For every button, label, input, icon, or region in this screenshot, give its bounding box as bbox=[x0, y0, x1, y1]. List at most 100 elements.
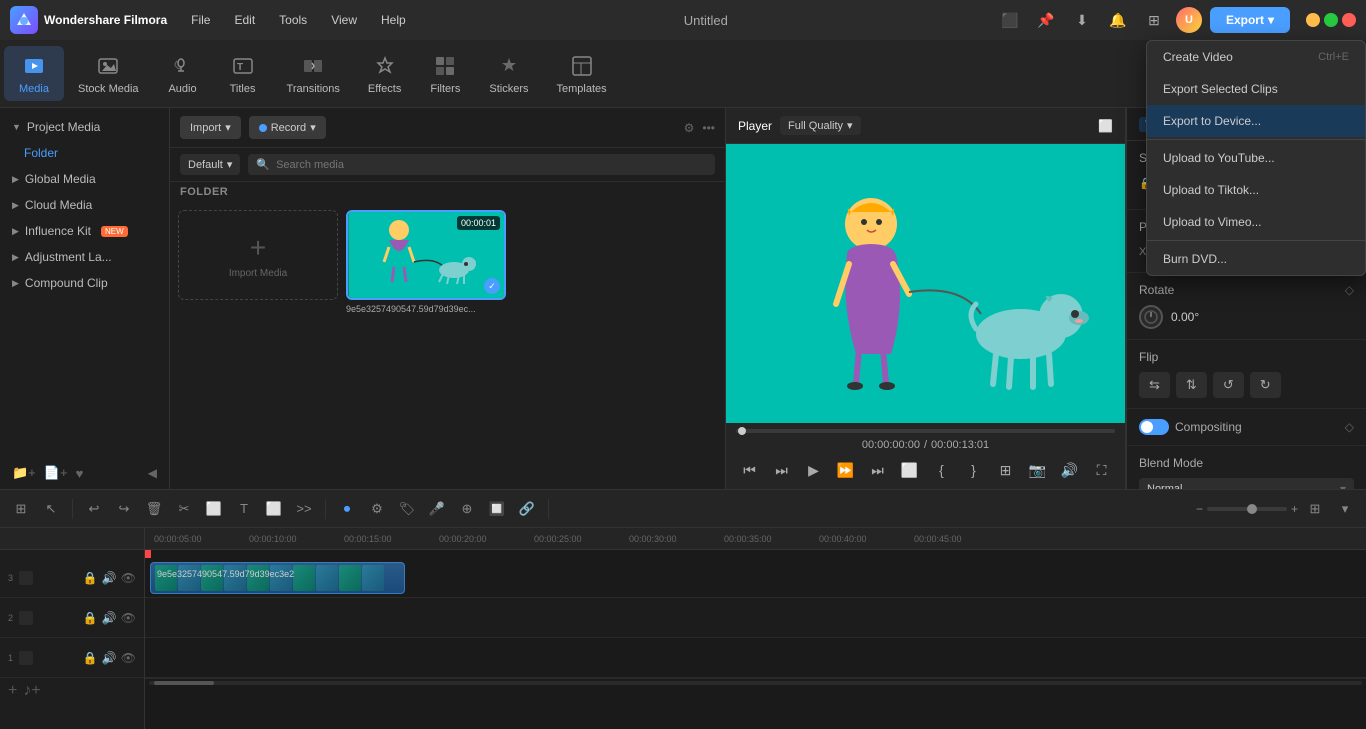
toolbar-titles[interactable]: T Titles bbox=[213, 46, 273, 101]
toolbar-stock-media[interactable]: Stock Media bbox=[64, 46, 153, 101]
video3-clip[interactable]: 9e5e32574905​47.59d79d39ec3e2 bbox=[150, 562, 405, 594]
close-button[interactable]: ✕ bbox=[1342, 13, 1356, 27]
timeline-link-icon[interactable]: 🔗 bbox=[514, 496, 540, 522]
timeline-more-icon[interactable]: >> bbox=[291, 496, 317, 522]
video1-lock-icon[interactable]: 🔒 bbox=[83, 651, 98, 665]
collapse-panel-icon[interactable]: ◀ bbox=[148, 466, 157, 480]
sidebar-item-project-media[interactable]: ▼ Project Media bbox=[0, 114, 169, 140]
zoom-slider[interactable] bbox=[1207, 507, 1287, 511]
timeline-merge-icon[interactable]: ⊕ bbox=[454, 496, 480, 522]
frame-back-button[interactable]: ⏭ bbox=[769, 457, 795, 483]
mark-in-button[interactable]: { bbox=[929, 457, 955, 483]
export-button[interactable]: Export ▾ bbox=[1210, 7, 1290, 33]
toolbar-audio[interactable]: Audio bbox=[153, 46, 213, 101]
frame-forward-button[interactable]: ⏩ bbox=[833, 457, 859, 483]
import-media-tile[interactable]: + Import Media bbox=[178, 210, 338, 300]
more-options-icon[interactable]: ••• bbox=[702, 121, 715, 135]
flip-horizontal-button[interactable]: ⇆ bbox=[1139, 372, 1170, 398]
timeline-grid-view-icon[interactable]: ⊞ bbox=[1302, 496, 1328, 522]
timeline-badge-icon[interactable]: 🏷 bbox=[394, 496, 420, 522]
dropdown-tiktok[interactable]: Upload to Tiktok... bbox=[1147, 174, 1365, 206]
video3-mute-icon[interactable]: 🔊 bbox=[102, 571, 117, 585]
video3-lock-icon[interactable]: 🔒 bbox=[83, 571, 98, 585]
dropdown-create-video[interactable]: Create Video Ctrl+E bbox=[1147, 41, 1365, 73]
volume-button[interactable]: 🔊 bbox=[1057, 457, 1083, 483]
record-button[interactable]: Record ▾ bbox=[249, 116, 326, 139]
video2-mute-icon[interactable]: 🔊 bbox=[102, 611, 117, 625]
timeline-mic-icon[interactable]: 🎤 bbox=[424, 496, 450, 522]
snap-button[interactable]: ⊞ bbox=[993, 457, 1019, 483]
zoom-thumb[interactable] bbox=[1247, 504, 1257, 514]
compositing-toggle[interactable] bbox=[1139, 419, 1169, 435]
sidebar-item-compound-clip[interactable]: ▶ Compound Clip bbox=[0, 270, 169, 296]
dropdown-vimeo[interactable]: Upload to Vimeo... bbox=[1147, 206, 1365, 238]
screenshot-button[interactable]: 📷 bbox=[1025, 457, 1051, 483]
flip-vertical-button[interactable]: ⇅ bbox=[1176, 372, 1207, 398]
fullscreen-icon[interactable]: ⬛ bbox=[996, 6, 1024, 34]
timeline-settings-icon[interactable]: ⚙ bbox=[364, 496, 390, 522]
sidebar-item-influence-kit[interactable]: ▶ Influence Kit NEW bbox=[0, 218, 169, 244]
quality-select[interactable]: Full Quality ▾ bbox=[780, 116, 861, 135]
menu-file[interactable]: File bbox=[181, 9, 220, 31]
timeline-select-icon[interactable]: ↖ bbox=[38, 496, 64, 522]
add-item-icon[interactable]: 📄+ bbox=[44, 465, 68, 481]
import-button[interactable]: Import ▾ bbox=[180, 116, 241, 139]
expand-icon[interactable]: ⬜ bbox=[1098, 119, 1113, 133]
sidebar-item-global-media[interactable]: ▶ Global Media bbox=[0, 166, 169, 192]
notification-icon[interactable]: 🔔 bbox=[1104, 6, 1132, 34]
flip-rotate-right-button[interactable]: ↻ bbox=[1250, 372, 1281, 398]
layout-icon[interactable]: ⊞ bbox=[1140, 6, 1168, 34]
menu-view[interactable]: View bbox=[321, 9, 367, 31]
timeline-undo-icon[interactable]: ↩ bbox=[81, 496, 107, 522]
sidebar-item-adjustment[interactable]: ▶ Adjustment La... bbox=[0, 244, 169, 270]
media-thumbnail[interactable]: 00:00:01 ✓ bbox=[346, 210, 506, 300]
menu-edit[interactable]: Edit bbox=[224, 9, 265, 31]
timeline-redo-icon[interactable]: ↪ bbox=[111, 496, 137, 522]
skip-forward-button[interactable]: ⏭ bbox=[865, 457, 891, 483]
default-select[interactable]: Default ▾ bbox=[180, 154, 240, 175]
skip-back-button[interactable]: ⏮ bbox=[737, 457, 763, 483]
horizontal-scrollbar[interactable] bbox=[145, 678, 1366, 686]
blend-mode-select[interactable]: Normal Dissolve Multiply Screen Overlay bbox=[1139, 478, 1354, 489]
timeline-cut-icon[interactable]: ✂ bbox=[171, 496, 197, 522]
menu-help[interactable]: Help bbox=[371, 9, 416, 31]
dropdown-youtube[interactable]: Upload to YouTube... bbox=[1147, 142, 1365, 174]
maximize-button[interactable]: □ bbox=[1324, 13, 1338, 27]
menu-tools[interactable]: Tools bbox=[269, 9, 317, 31]
sidebar-item-cloud-media[interactable]: ▶ Cloud Media bbox=[0, 192, 169, 218]
add-audio-track-icon[interactable]: ♪+ bbox=[23, 682, 40, 700]
add-track-icon[interactable]: + bbox=[8, 682, 17, 700]
timeline-grid-icon[interactable]: ⊞ bbox=[8, 496, 34, 522]
download-icon[interactable]: ⬇ bbox=[1068, 6, 1096, 34]
zoom-out-icon[interactable]: − bbox=[1196, 502, 1203, 516]
timeline-delete-icon[interactable]: 🗑 bbox=[141, 496, 167, 522]
timeline-snap-icon[interactable]: 🔲 bbox=[484, 496, 510, 522]
bookmark-icon[interactable]: 📌 bbox=[1032, 6, 1060, 34]
track-row-video1[interactable] bbox=[145, 638, 1366, 678]
sidebar-item-folder[interactable]: Folder bbox=[0, 140, 169, 166]
rotate-reset-icon[interactable]: ◇ bbox=[1345, 283, 1354, 297]
mark-out-button[interactable]: } bbox=[961, 457, 987, 483]
video2-lock-icon[interactable]: 🔒 bbox=[83, 611, 98, 625]
timeline-shape-icon[interactable]: ⬜ bbox=[261, 496, 287, 522]
timeline-text-icon[interactable]: T bbox=[231, 496, 257, 522]
user-avatar[interactable]: U bbox=[1176, 7, 1202, 33]
add-folder-icon[interactable]: 📁+ bbox=[12, 465, 36, 481]
timeline-tracks[interactable]: 00:00:05:00 00:00:10:00 00:00:15:00 00:0… bbox=[145, 528, 1366, 729]
dropdown-burn-dvd[interactable]: Burn DVD... bbox=[1147, 243, 1365, 275]
fullscreen-preview-button[interactable]: ⛶ bbox=[1089, 457, 1115, 483]
video2-eye-icon[interactable]: 👁 bbox=[121, 611, 136, 625]
crop-button[interactable]: ⬜ bbox=[897, 457, 923, 483]
video1-mute-icon[interactable]: 🔊 bbox=[102, 651, 117, 665]
video1-eye-icon[interactable]: 👁 bbox=[121, 651, 136, 665]
timeline-view-more-icon[interactable]: ▾ bbox=[1332, 496, 1358, 522]
play-button[interactable]: ▶ bbox=[801, 457, 827, 483]
scrollbar-thumb[interactable] bbox=[154, 681, 214, 685]
dropdown-export-selected[interactable]: Export Selected Clips bbox=[1147, 73, 1365, 105]
track-row-video3[interactable]: 9e5e32574905​47.59d79d39ec3e2 bbox=[145, 558, 1366, 598]
video3-eye-icon[interactable]: 👁 bbox=[121, 571, 136, 585]
timeline-record-icon[interactable]: ⏺ bbox=[334, 496, 360, 522]
compositing-reset-icon[interactable]: ◇ bbox=[1345, 420, 1354, 434]
toolbar-transitions[interactable]: Transitions bbox=[273, 46, 354, 101]
toolbar-effects[interactable]: Effects bbox=[354, 46, 415, 101]
